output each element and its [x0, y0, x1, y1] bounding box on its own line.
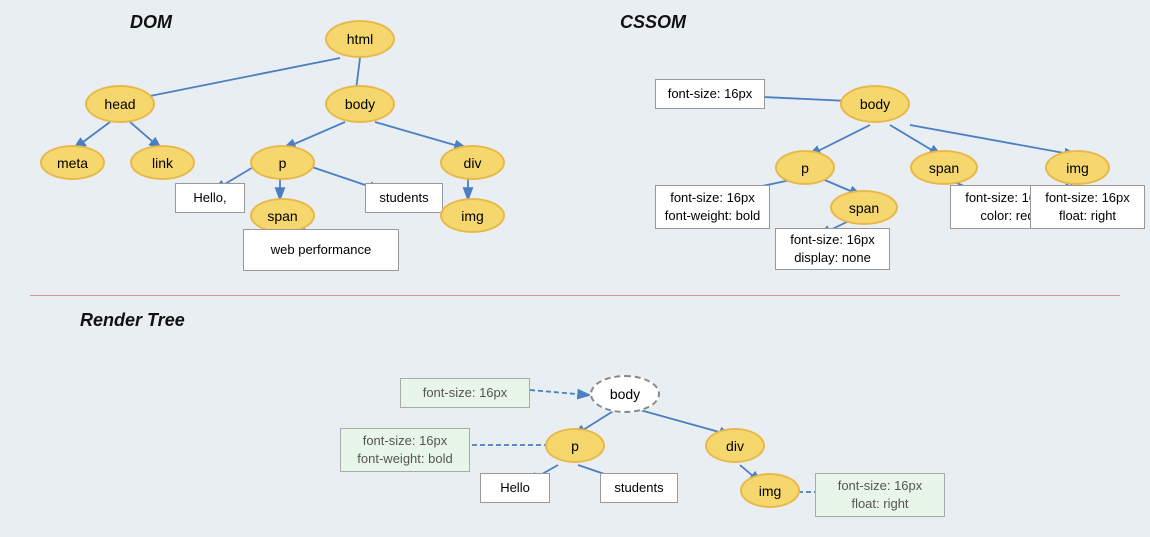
diagram-container: DOM CSSOM Render Tree html head body met…: [0, 0, 1150, 537]
dom-div-node: div: [440, 145, 505, 180]
dom-students-text: students: [365, 183, 443, 213]
render-p-styles-rect: font-size: 16px font-weight: bold: [340, 428, 470, 472]
dom-html-node: html: [325, 20, 395, 58]
dom-p-node: p: [250, 145, 315, 180]
dom-hello-text: Hello,: [175, 183, 245, 213]
render-div-node: div: [705, 428, 765, 463]
cssom-body-node: body: [840, 85, 910, 123]
cssom-p-node: p: [775, 150, 835, 185]
dom-img-node: img: [440, 198, 505, 233]
cssom-label: CSSOM: [620, 12, 686, 33]
dom-head-node: head: [85, 85, 155, 123]
render-students-text: students: [600, 473, 678, 503]
render-hello-text: Hello: [480, 473, 550, 503]
render-img-node: img: [740, 473, 800, 508]
cssom-p-styles-rect: font-size: 16px font-weight: bold: [655, 185, 770, 229]
cssom-span-child-node: span: [830, 190, 898, 225]
dom-label: DOM: [130, 12, 172, 33]
dom-span-node: span: [250, 198, 315, 233]
cssom-img-node: img: [1045, 150, 1110, 185]
cssom-span-inner-rect: font-size: 16px display: none: [775, 228, 890, 270]
render-fontsize-rect: font-size: 16px: [400, 378, 530, 408]
dom-meta-node: meta: [40, 145, 105, 180]
dom-web-performance-text: web performance: [243, 229, 399, 271]
dom-link-node: link: [130, 145, 195, 180]
render-body-node: body: [590, 375, 660, 413]
render-p-node: p: [545, 428, 605, 463]
cssom-fontsize-body-rect: font-size: 16px: [655, 79, 765, 109]
cssom-img-styles-rect: font-size: 16px float: right: [1030, 185, 1145, 229]
render-img-styles-rect: font-size: 16px float: right: [815, 473, 945, 517]
dom-body-node: body: [325, 85, 395, 123]
render-label: Render Tree: [80, 310, 185, 331]
cssom-span-node: span: [910, 150, 978, 185]
divider: [30, 295, 1120, 296]
